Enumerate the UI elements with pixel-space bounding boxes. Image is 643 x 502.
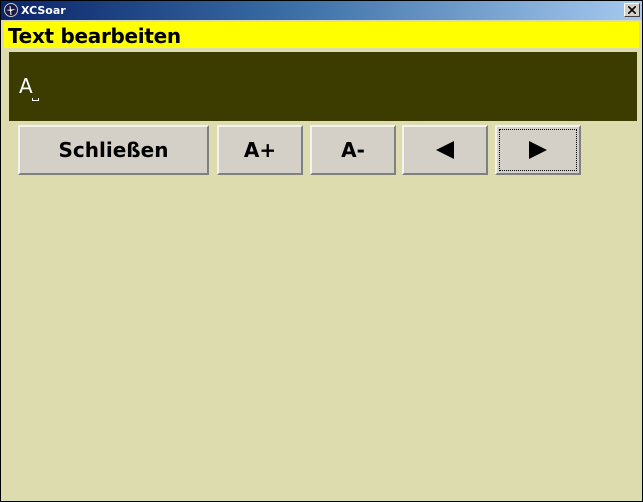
xcsoar-app-icon bbox=[4, 3, 18, 17]
focus-indicator bbox=[499, 129, 577, 171]
previous-character-button[interactable]: A- bbox=[310, 125, 396, 175]
text-cursor bbox=[32, 98, 39, 101]
xcsoar-window: XCSoar Text bearbeiten A Schließen A+ A- bbox=[0, 0, 643, 502]
cursor-right-button[interactable] bbox=[495, 125, 581, 175]
cursor-left-button[interactable] bbox=[402, 125, 488, 175]
text-value: A bbox=[19, 74, 33, 98]
next-character-label: A+ bbox=[243, 138, 277, 162]
close-button[interactable]: Schließen bbox=[18, 125, 209, 175]
close-icon bbox=[628, 6, 636, 14]
window-close-button[interactable] bbox=[624, 3, 640, 17]
text-edit-field[interactable]: A bbox=[9, 52, 637, 121]
previous-character-label: A- bbox=[341, 138, 365, 162]
title-bar[interactable]: XCSoar bbox=[1, 1, 642, 20]
dialog-caption-bar: Text bearbeiten bbox=[4, 22, 639, 48]
dialog-title: Text bearbeiten bbox=[8, 24, 181, 48]
close-button-label: Schließen bbox=[58, 138, 169, 162]
window-title: XCSoar bbox=[21, 4, 66, 17]
left-arrow-icon bbox=[436, 141, 454, 159]
next-character-button[interactable]: A+ bbox=[217, 125, 303, 175]
